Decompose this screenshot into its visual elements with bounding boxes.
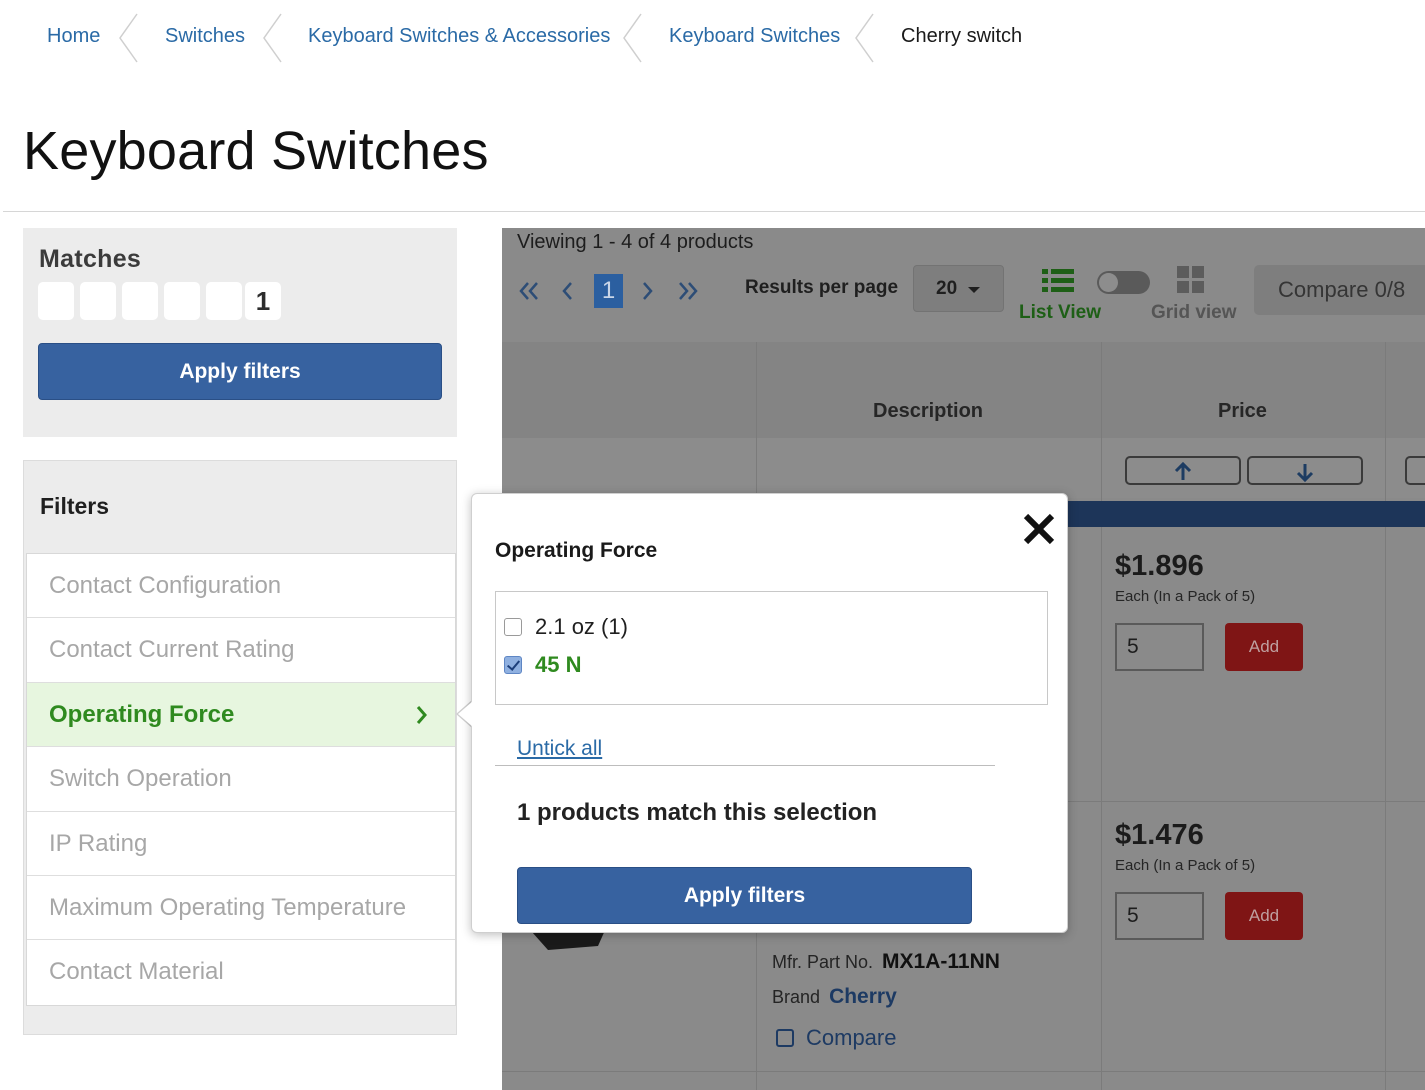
untick-all-link[interactable]: Untick all — [517, 737, 602, 761]
filter-ip-rating[interactable]: IP Rating — [27, 812, 455, 876]
filter-operating-force[interactable]: Operating Force — [27, 682, 455, 748]
quantity-input[interactable]: 5 — [1115, 892, 1204, 940]
brand-label: Brand — [772, 987, 821, 1007]
match-count-digit: 1 — [245, 282, 281, 320]
match-count-digit — [122, 282, 158, 320]
filter-max-operating-temperature[interactable]: Maximum Operating Temperature — [27, 876, 455, 941]
view-toggle[interactable] — [1097, 271, 1150, 294]
filter-list: Contact Configuration Contact Current Ra… — [26, 553, 456, 1006]
brand: Brand Cherry — [772, 985, 897, 1009]
column-header-description[interactable]: Description — [873, 400, 983, 423]
chevron-separator-icon — [621, 12, 643, 64]
chevron-separator-icon — [853, 12, 875, 64]
checkbox[interactable] — [504, 618, 522, 636]
divider — [495, 765, 995, 766]
sort-button[interactable] — [1405, 456, 1425, 485]
match-count-digit — [38, 282, 74, 320]
option-2-1-oz[interactable]: 2.1 oz (1) — [504, 614, 628, 640]
product-price: $1.896 — [1115, 550, 1204, 582]
column-divider — [1385, 342, 1386, 1090]
grid-view-label[interactable]: Grid view — [1151, 302, 1237, 324]
add-to-cart-button[interactable]: Add — [1225, 892, 1303, 940]
page-number-current[interactable]: 1 — [594, 274, 623, 308]
breadcrumb-switches[interactable]: Switches — [165, 25, 245, 48]
next-page-icon[interactable] — [641, 274, 655, 315]
mfr-part-number: Mfr. Part No. MX1A-11NN — [772, 950, 1000, 974]
breadcrumb: Home Switches Keyboard Switches & Access… — [0, 0, 1100, 76]
page-title: Keyboard Switches — [23, 121, 489, 181]
match-count-digit — [80, 282, 116, 320]
column-divider — [1101, 342, 1102, 1090]
popup-title: Operating Force — [495, 539, 658, 562]
option-label: 45 N — [535, 652, 582, 677]
popup-pointer-inner — [458, 701, 473, 727]
close-icon[interactable] — [1020, 510, 1058, 548]
filters-panel: Filters Contact Configuration Contact Cu… — [23, 460, 457, 1035]
price-unit-note: Each (In a Pack of 5) — [1115, 857, 1256, 874]
matches-panel: Matches 1 Apply filters — [23, 228, 457, 437]
breadcrumb-home[interactable]: Home — [47, 25, 100, 48]
breadcrumb-current: Cherry switch — [901, 25, 1023, 47]
checkbox-checked[interactable] — [504, 656, 522, 674]
match-count-digit — [164, 282, 200, 320]
compare-label[interactable]: Compare — [806, 1025, 896, 1050]
filter-options: 2.1 oz (1) 45 N — [495, 591, 1048, 705]
table-accent-bar — [1062, 501, 1425, 527]
results-per-page-value: 20 — [936, 278, 958, 299]
chevron-right-icon — [415, 683, 429, 746]
match-count-digit — [206, 282, 242, 320]
mfr-part-value: MX1A-11NN — [882, 950, 1000, 973]
add-to-cart-button[interactable]: Add — [1225, 623, 1303, 671]
first-page-icon[interactable] — [518, 274, 540, 315]
compare-checkbox[interactable]: Compare — [776, 1025, 896, 1051]
row-divider — [502, 1071, 1425, 1072]
prev-page-icon[interactable] — [560, 274, 574, 315]
results-count: Viewing 1 - 4 of 4 products — [517, 231, 754, 253]
sort-asc-icon[interactable] — [1125, 456, 1241, 485]
apply-filters-button[interactable]: Apply filters — [517, 867, 972, 924]
chevron-separator-icon — [261, 12, 283, 64]
match-summary: 1 products match this selection — [517, 799, 878, 826]
mfr-part-label: Mfr. Part No. — [772, 952, 874, 972]
grid-view-icon[interactable] — [1177, 266, 1205, 299]
last-page-icon[interactable] — [677, 274, 699, 315]
list-view-label[interactable]: List View — [1019, 302, 1101, 324]
apply-filters-button[interactable]: Apply filters — [38, 343, 442, 400]
table-header — [502, 342, 1425, 438]
option-45-n[interactable]: 45 N — [504, 652, 581, 678]
matches-label: Matches — [39, 245, 142, 273]
filters-heading: Filters — [40, 493, 110, 519]
option-label: 2.1 oz (1) — [535, 614, 628, 639]
breadcrumb-keyboard-switches[interactable]: Keyboard Switches — [669, 25, 840, 48]
divider — [3, 211, 1425, 212]
breadcrumb-keyboard-switches-accessories[interactable]: Keyboard Switches & Accessories — [308, 25, 610, 48]
column-header-price[interactable]: Price — [1218, 400, 1267, 423]
chevron-separator-icon — [117, 12, 139, 64]
filter-contact-current-rating[interactable]: Contact Current Rating — [27, 618, 455, 683]
quantity-input[interactable]: 5 — [1115, 623, 1204, 671]
filter-popup: Operating Force 2.1 oz (1) 45 N Untick a… — [471, 493, 1068, 933]
price-unit-note: Each (In a Pack of 5) — [1115, 588, 1256, 605]
toggle-knob — [1099, 273, 1118, 292]
results-per-page-select[interactable]: 20 — [913, 265, 1004, 312]
product-price: $1.476 — [1115, 819, 1204, 851]
filter-contact-configuration[interactable]: Contact Configuration — [27, 554, 455, 619]
compare-button[interactable]: Compare 0/8 — [1254, 265, 1425, 315]
filter-switch-operation[interactable]: Switch Operation — [27, 747, 455, 812]
sort-desc-icon[interactable] — [1247, 456, 1363, 485]
filter-label: Operating Force — [49, 700, 235, 728]
brand-link[interactable]: Cherry — [829, 985, 897, 1008]
checkbox-icon[interactable] — [776, 1029, 794, 1047]
list-view-icon[interactable] — [1042, 268, 1074, 299]
filter-contact-material[interactable]: Contact Material — [27, 940, 455, 1004]
dropdown-caret-icon — [968, 287, 980, 293]
results-per-page-label: Results per page — [745, 277, 899, 298]
